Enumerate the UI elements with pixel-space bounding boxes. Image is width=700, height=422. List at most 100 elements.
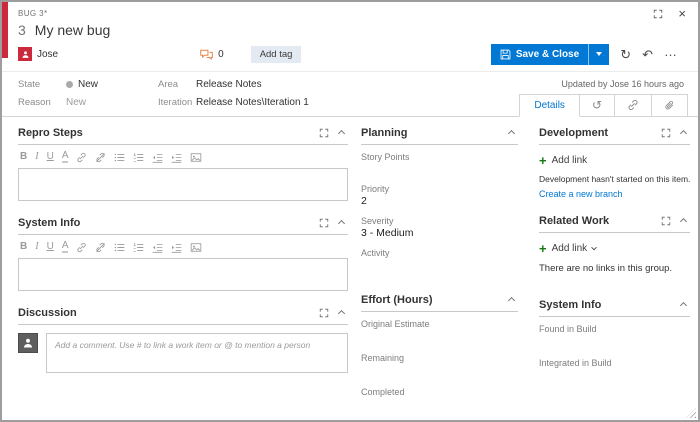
insert-image-icon[interactable] [190,242,202,253]
insert-link-icon[interactable] [76,242,87,253]
fullscreen-icon[interactable] [653,9,663,19]
more-options-icon[interactable]: … [664,45,678,58]
add-tag-button[interactable]: Add tag [250,45,302,63]
work-item-meta-row: State New Reason New Area Release Notes … [2,71,698,117]
original-estimate-label: Original Estimate [361,319,430,329]
highlight-icon[interactable]: A [61,151,69,163]
effort-title: Effort (Hours) [361,294,433,306]
discussion-count[interactable]: 0 [200,49,224,60]
details-content: Repro Steps B I U A System Info B I U A … [2,117,698,414]
current-user-avatar [18,333,38,353]
maximize-icon[interactable] [319,128,329,138]
activity-value[interactable] [361,259,518,271]
maximize-icon[interactable] [319,218,329,228]
remove-format-icon[interactable] [95,152,106,163]
iteration-value[interactable]: Release Notes\Iteration 1 [196,97,309,108]
collapse-icon[interactable] [337,129,346,137]
refresh-icon[interactable]: ↻ [620,48,631,61]
tab-attachments[interactable] [652,94,688,117]
chevron-down-icon [596,52,603,56]
numbered-list-icon[interactable] [133,152,144,163]
maximize-icon[interactable] [319,308,329,318]
state-dot-icon [66,81,73,88]
area-value[interactable]: Release Notes [196,79,262,90]
system-info-title: System Info [18,217,81,229]
add-link-label: Add link [551,243,588,254]
collapse-icon[interactable] [507,296,516,304]
priority-value[interactable]: 2 [361,195,518,207]
iteration-label: Iteration [158,97,193,108]
development-title: Development [539,127,609,139]
add-link-label: Add link [551,155,588,166]
system-info-editor[interactable] [18,258,348,291]
italic-icon[interactable]: I [35,242,38,252]
found-in-build-value[interactable] [539,335,690,347]
collapse-icon[interactable] [680,301,688,309]
found-in-build-label: Found in Build [539,324,597,334]
work-item-id: 3 [18,22,26,38]
original-estimate-value[interactable] [361,330,518,342]
save-options-dropdown[interactable] [588,43,610,65]
undo-icon[interactable]: ↶ [642,48,653,61]
development-add-link-button[interactable]: + Add link [539,154,690,167]
plus-icon: + [539,241,547,256]
title-field[interactable]: My new bug [35,22,110,38]
repro-steps-section: Repro Steps B I U A [18,124,348,201]
remaining-field: Remaining [361,353,518,380]
italic-icon[interactable]: I [35,152,38,162]
integrated-in-build-field: Integrated in Build [539,358,690,385]
activity-label: Activity [361,248,390,258]
underline-icon[interactable]: U [47,242,54,252]
collapse-icon[interactable] [337,309,346,317]
link-icon [627,99,639,111]
outdent-icon[interactable] [152,152,163,163]
collapse-icon[interactable] [680,217,688,225]
underline-icon[interactable]: U [47,152,54,162]
completed-value[interactable] [361,398,518,410]
repro-steps-editor[interactable] [18,168,348,201]
highlight-icon[interactable]: A [61,241,69,253]
remove-format-icon[interactable] [95,242,106,253]
updated-info: Updated by Jose 16 hours ago [561,79,684,89]
create-branch-link[interactable]: Create a new branch [539,189,623,199]
assignee-field[interactable]: Jose [37,49,58,60]
tab-history[interactable]: ↺ [579,94,615,117]
comment-input[interactable] [46,333,348,373]
integrated-in-build-label: Integrated in Build [539,358,612,368]
indent-icon[interactable] [171,152,182,163]
related-work-title: Related Work [539,215,610,227]
severity-value[interactable]: 3 - Medium [361,227,518,239]
indent-icon[interactable] [171,242,182,253]
original-estimate-field: Original Estimate [361,319,518,346]
state-value[interactable]: New [66,79,98,90]
bold-icon[interactable]: B [20,152,27,162]
story-points-value[interactable] [361,163,518,175]
collapse-icon[interactable] [680,129,688,137]
related-work-empty-text: There are no links in this group. [539,263,673,274]
bold-icon[interactable]: B [20,242,27,252]
collapse-icon[interactable] [507,129,516,137]
paperclip-icon [664,100,675,111]
outdent-icon[interactable] [152,242,163,253]
maximize-icon[interactable] [661,128,671,138]
insert-image-icon[interactable] [190,152,202,163]
save-close-button[interactable]: Save & Close [490,43,589,65]
tab-links[interactable] [615,94,652,117]
bulleted-list-icon[interactable] [114,242,125,253]
save-close-label: Save & Close [515,48,580,60]
collapse-icon[interactable] [337,219,346,227]
work-item-type-label: BUG 3* [18,9,48,18]
bulleted-list-icon[interactable] [114,152,125,163]
state-value-text: New [78,79,99,90]
insert-link-icon[interactable] [76,152,87,163]
development-status-text: Development hasn't started on this item. [539,174,691,184]
reason-value[interactable]: New [66,97,86,108]
numbered-list-icon[interactable] [133,242,144,253]
system-info-section: System Info B I U A [18,214,348,291]
related-work-add-link-button[interactable]: + Add link [539,242,690,255]
integrated-in-build-value[interactable] [539,369,690,381]
remaining-value[interactable] [361,364,518,376]
tab-details[interactable]: Details [519,94,580,117]
maximize-icon[interactable] [661,216,671,226]
close-icon[interactable]: × [678,7,686,20]
